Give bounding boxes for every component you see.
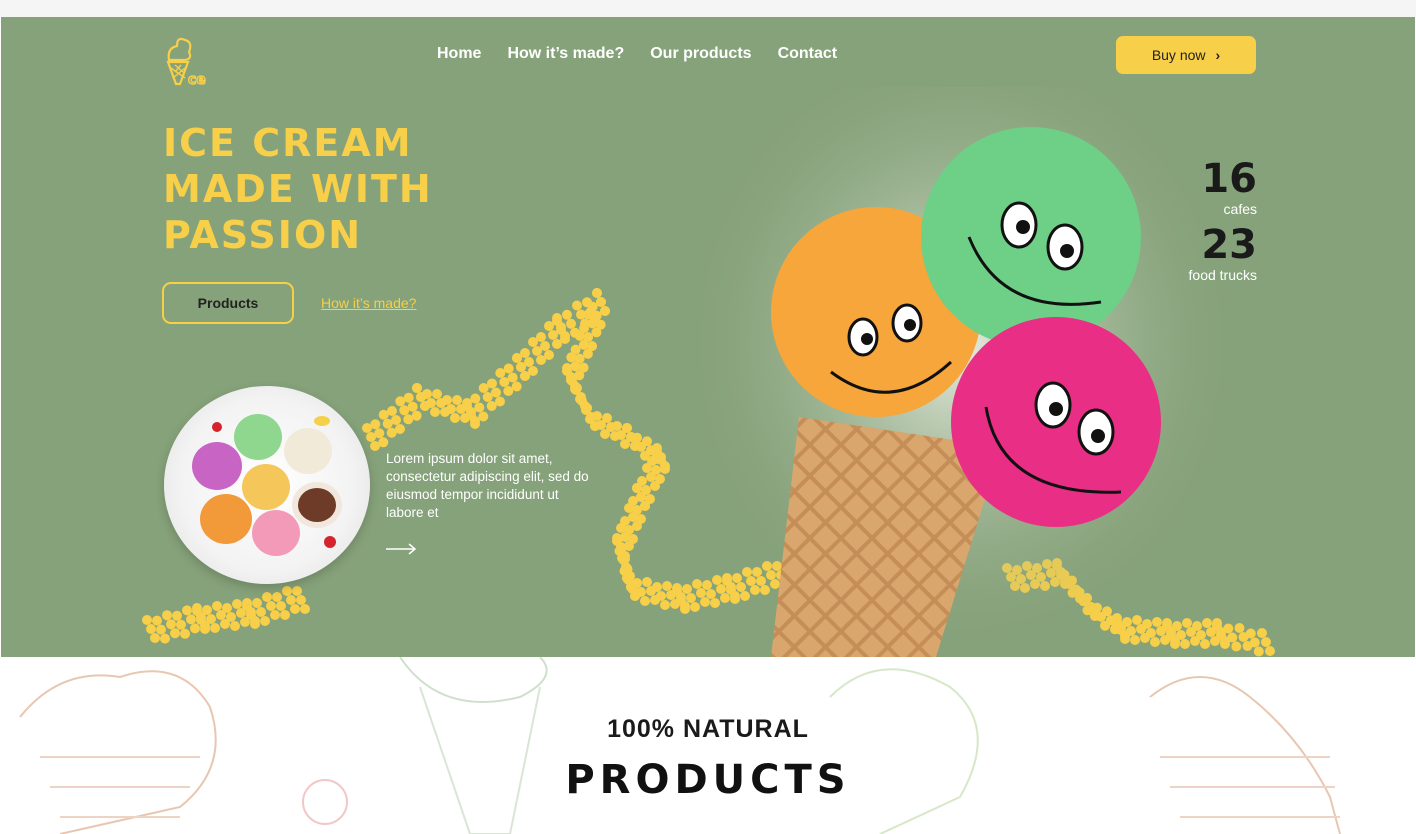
nav-home[interactable]: Home — [437, 45, 481, 63]
ice-cream-logo-icon[interactable]: ce — [163, 32, 221, 90]
nav-how-its-made[interactable]: How it’s made? — [507, 45, 624, 63]
stat-cafes-value: 16 — [1201, 156, 1257, 202]
hero-headline: ICE CREAM MADE WITH PASSION — [163, 121, 433, 257]
products-section: 100% NATURAL PRODUCTS — [0, 657, 1416, 834]
buy-now-button[interactable]: Buy now › — [1116, 36, 1256, 74]
hero-section: ce Home How it’s made? Our products Cont… — [1, 17, 1415, 657]
stat-trucks-label: food trucks — [1188, 267, 1257, 283]
ice-cream-cone-image — [701, 87, 1221, 657]
stats-panel: 16 cafes 23 food trucks — [1189, 157, 1257, 289]
nav-our-products[interactable]: Our products — [650, 45, 751, 63]
nav-contact[interactable]: Contact — [778, 45, 838, 63]
products-button[interactable]: Products — [162, 282, 294, 324]
section-title: PRODUCTS — [565, 757, 851, 803]
arrow-right-icon[interactable] — [385, 541, 417, 557]
buy-now-label: Buy now — [1151, 47, 1206, 63]
stat-trucks-value: 23 — [1201, 222, 1257, 268]
hero-description: Lorem ipsum dolor sit amet, consectetur … — [386, 451, 589, 520]
ice-cream-plate-image — [164, 386, 370, 584]
main-nav: Home How it’s made? Our products Contact — [437, 45, 837, 63]
section-subtitle: 100% NATURAL — [607, 715, 809, 743]
how-its-made-link[interactable]: How it’s made? — [321, 295, 416, 311]
top-strip — [0, 0, 1416, 17]
sketch-background-decoration — [19, 657, 1341, 834]
stat-cafes-label: cafes — [1223, 201, 1257, 217]
chevron-right-icon: › — [1215, 47, 1221, 63]
svg-text:ce: ce — [188, 72, 206, 88]
